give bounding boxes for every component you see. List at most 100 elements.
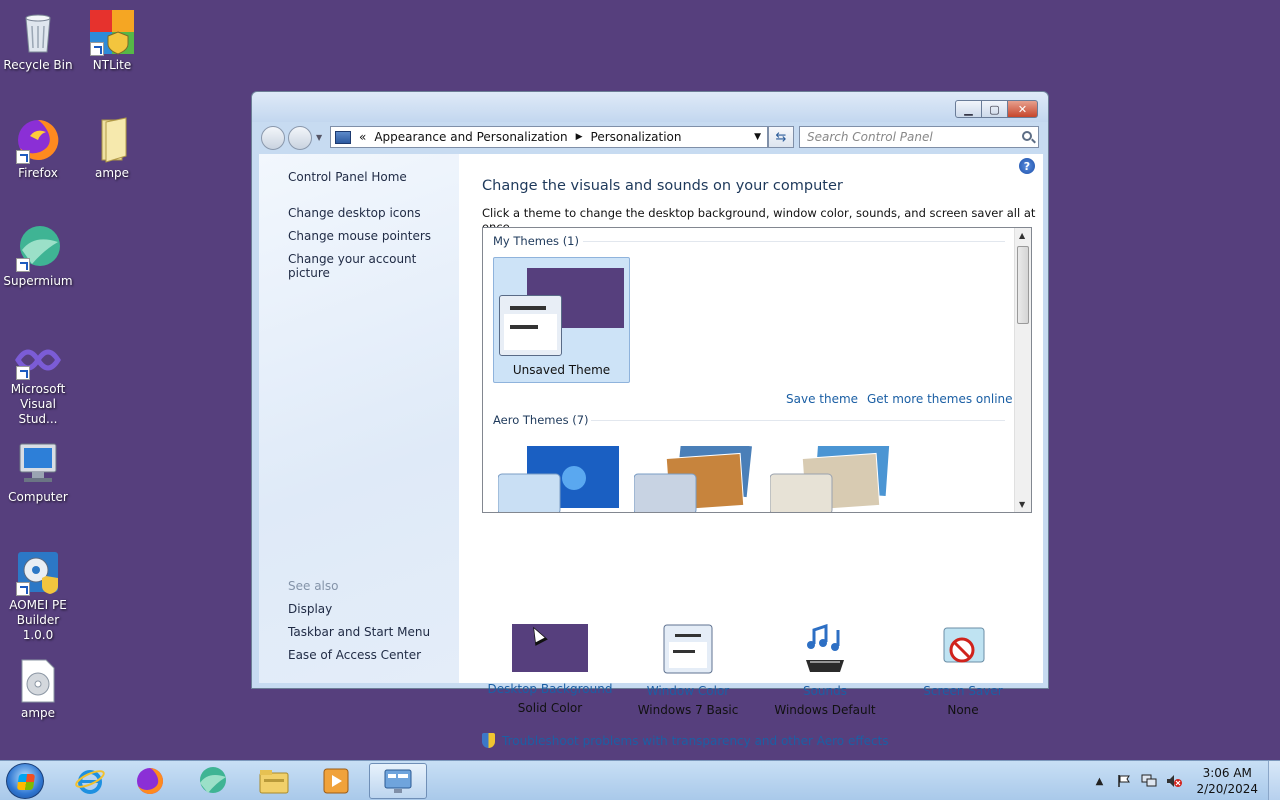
troubleshoot-link[interactable]: Troubleshoot problems with transparency … — [482, 733, 889, 748]
taskbar-firefox[interactable] — [121, 763, 179, 799]
shortcut-arrow-icon — [16, 582, 30, 596]
taskbar: ▲ 3:06 AM 2/20/2024 — [0, 760, 1280, 800]
theme-list[interactable]: My Themes (1) Unsaved Theme Save theme G… — [482, 227, 1032, 513]
breadcrumb-appearance[interactable]: Appearance and Personalization — [374, 130, 567, 144]
forward-button[interactable] — [288, 126, 312, 150]
desktop-icon-label: AOMEI PE Builder 1.0.0 — [9, 598, 67, 642]
theme-list-scrollbar[interactable]: ▲ ▼ — [1014, 228, 1031, 512]
show-desktop-button[interactable] — [1268, 761, 1280, 800]
sounds-link[interactable]: Sounds — [760, 684, 890, 698]
get-more-themes-link[interactable]: Get more themes online — [867, 392, 1013, 406]
desktop-icon-label: Microsoft Visual Stud... — [10, 382, 66, 426]
desktop-icon-computer[interactable]: Computer — [0, 440, 76, 505]
ease-of-access-link[interactable]: Ease of Access Center — [288, 648, 421, 662]
desktop-icon-recycle-bin[interactable]: Recycle Bin — [0, 8, 76, 73]
sounds-value: Windows Default — [774, 703, 876, 717]
aero-theme-architecture[interactable] — [633, 437, 756, 512]
ntlite-icon — [88, 8, 136, 56]
aero-theme-characters[interactable] — [769, 439, 892, 512]
sounds-icon — [800, 623, 850, 674]
desktop-icon-label: ampe — [20, 706, 56, 720]
address-overflow[interactable]: « — [359, 130, 366, 144]
save-theme-link[interactable]: Save theme — [786, 392, 858, 406]
control-panel-home-link[interactable]: Control Panel Home — [288, 170, 407, 184]
firefox-icon — [137, 768, 163, 794]
desktop-icon-label: Supermium — [3, 274, 73, 288]
navigation-bar: ▼ « Appearance and Personalization ▶ Per… — [252, 122, 1048, 152]
network-icon[interactable] — [1141, 773, 1157, 789]
aero-theme-windows7[interactable] — [497, 446, 620, 512]
desktop-icon-ntlite[interactable]: NTLite — [74, 8, 150, 73]
display-link[interactable]: Display — [288, 602, 332, 616]
change-desktop-icons-link[interactable]: Change desktop icons — [288, 206, 421, 220]
scroll-up-icon[interactable]: ▲ — [1019, 231, 1025, 240]
window-color-icon — [663, 624, 713, 674]
my-themes-divider — [583, 241, 1005, 242]
aomei-icon — [14, 548, 62, 596]
breadcrumb-personalization[interactable]: Personalization — [591, 130, 682, 144]
clock[interactable]: 3:06 AM 2/20/2024 — [1196, 765, 1258, 797]
desktop-icon-supermium[interactable]: Supermium — [0, 224, 76, 289]
shortcut-arrow-icon — [16, 366, 30, 380]
disc-image-icon — [14, 656, 62, 704]
desktop-background-option[interactable]: Desktop Background Solid Color — [485, 624, 615, 715]
recycle-bin-icon — [14, 8, 62, 56]
address-dropdown-icon[interactable]: ▼ — [754, 132, 761, 142]
back-button[interactable] — [261, 126, 285, 150]
taskbar-media-player[interactable] — [307, 763, 365, 799]
change-mouse-pointers-link[interactable]: Change mouse pointers — [288, 229, 431, 243]
minimize-button[interactable]: ▁ — [955, 100, 982, 118]
window-color-link[interactable]: Window Color — [623, 684, 753, 698]
desktop-icon-label: Computer — [8, 490, 68, 504]
show-hidden-icons-button[interactable]: ▲ — [1091, 773, 1107, 789]
help-icon[interactable]: ? — [1019, 158, 1035, 174]
search-input[interactable]: Search Control Panel — [799, 126, 1039, 148]
address-bar[interactable]: « Appearance and Personalization ▶ Perso… — [330, 126, 768, 148]
folder-icon — [88, 116, 136, 164]
refresh-icon: ⇆ — [775, 129, 787, 145]
screen-saver-link[interactable]: Screen Saver — [898, 684, 1028, 698]
taskbar-explorer[interactable] — [245, 763, 303, 799]
desktop-icon-firefox[interactable]: Firefox — [0, 116, 76, 181]
desktop-icon-label: Recycle Bin — [3, 58, 73, 72]
start-button[interactable] — [6, 763, 44, 799]
taskbar-control-panel[interactable] — [369, 763, 427, 799]
control-panel-icon — [384, 769, 412, 793]
action-center-flag-icon[interactable] — [1116, 773, 1132, 789]
window-color-value: Windows 7 Basic — [637, 703, 739, 717]
taskbar-internet-explorer[interactable] — [61, 763, 119, 799]
firefox-icon — [14, 116, 62, 164]
desktop-icon-visual-studio[interactable]: Microsoft Visual Stud... — [0, 340, 76, 427]
taskbar-start-menu-link[interactable]: Taskbar and Start Menu — [288, 625, 430, 639]
taskbar-supermium[interactable] — [183, 763, 241, 799]
computer-icon — [14, 440, 62, 488]
scroll-down-icon[interactable]: ▼ — [1019, 500, 1025, 509]
maximize-button[interactable]: ▢ — [982, 100, 1008, 118]
content-pane: ? Change the visuals and sounds on your … — [459, 154, 1043, 748]
desktop-icon-aomei[interactable]: AOMEI PE Builder 1.0.0 — [0, 548, 76, 643]
screen-saver-icon — [938, 624, 988, 674]
desktop-icon-ampe-file[interactable]: ampe — [0, 656, 76, 721]
troubleshoot-text[interactable]: Troubleshoot problems with transparency … — [502, 734, 889, 748]
title-bar[interactable]: ▁ ▢ ✕ — [252, 92, 1048, 122]
close-button[interactable]: ✕ — [1008, 100, 1038, 118]
shield-icon — [482, 733, 495, 748]
media-player-icon — [323, 768, 349, 794]
scroll-thumb[interactable] — [1017, 246, 1029, 324]
desktop-icon-label: ampe — [94, 166, 130, 180]
sounds-option[interactable]: Sounds Windows Default — [760, 623, 890, 717]
breadcrumb-separator-icon[interactable]: ▶ — [576, 132, 583, 142]
unsaved-theme-tile[interactable]: Unsaved Theme — [493, 257, 630, 383]
preview-bar — [510, 325, 538, 329]
clock-date: 2/20/2024 — [1196, 782, 1258, 796]
desktop-background-link[interactable]: Desktop Background — [485, 682, 615, 696]
desktop-icon-ampe-folder[interactable]: ampe — [74, 116, 150, 181]
shortcut-arrow-icon — [90, 42, 104, 56]
recent-pages-chevron-icon[interactable]: ▼ — [316, 133, 322, 142]
window-color-option[interactable]: Window Color Windows 7 Basic — [623, 624, 753, 717]
search-icon[interactable] — [1022, 131, 1032, 141]
screen-saver-option[interactable]: Screen Saver None — [898, 624, 1028, 717]
change-account-picture-link[interactable]: Change your account picture — [288, 252, 459, 280]
volume-muted-icon[interactable] — [1166, 773, 1183, 789]
refresh-button[interactable]: ⇆ — [768, 126, 794, 148]
